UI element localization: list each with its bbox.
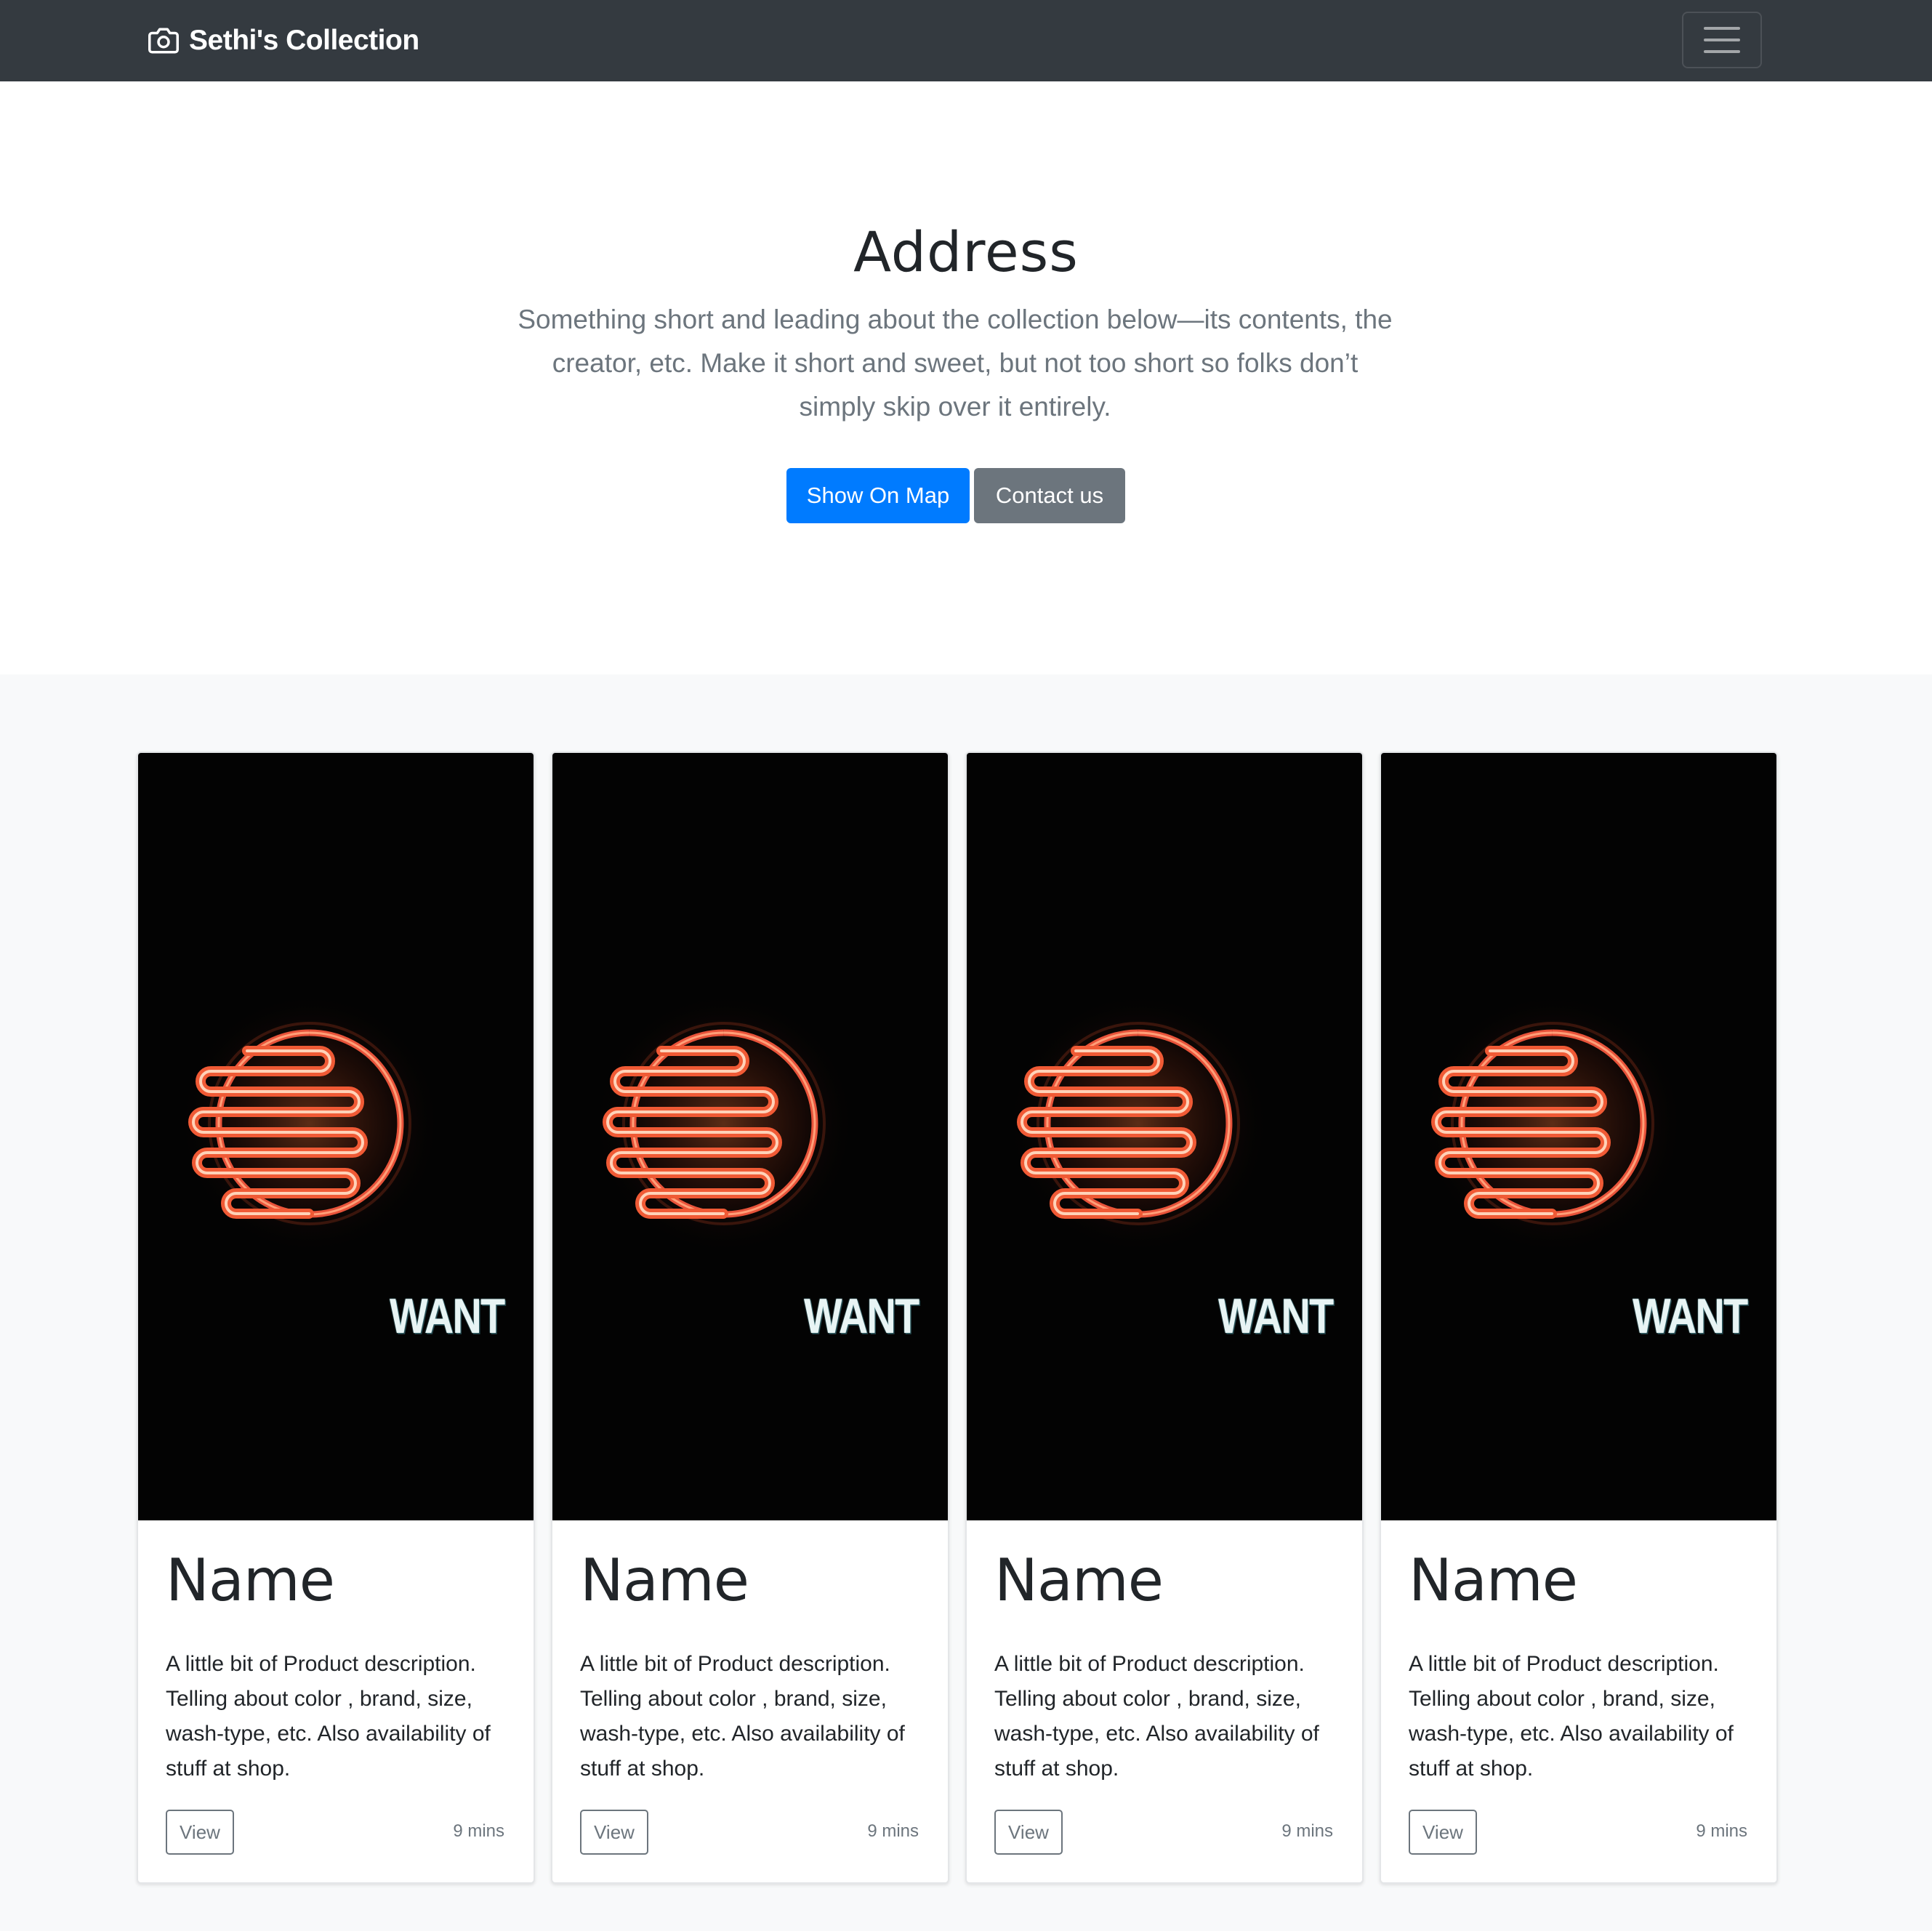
product-name: Name	[1409, 1547, 1578, 1614]
hamburger-menu-icon	[1704, 27, 1740, 30]
brand-link[interactable]: Sethi's Collection	[148, 22, 419, 60]
image-caption: WANT	[390, 1289, 505, 1344]
time-label: 9 mins	[453, 1821, 504, 1841]
heater-coil-graphic	[593, 993, 855, 1254]
product-card-2: WANT Name A little bit of Product descri…	[551, 751, 949, 1884]
product-description: A little bit of Product description. Tel…	[994, 1652, 1319, 1781]
product-description: A little bit of Product description. Tel…	[580, 1652, 905, 1781]
product-card-1: WANT Name A little bit of Product descri…	[137, 751, 535, 1884]
hero-section: Address Something short and leading abou…	[0, 81, 1932, 674]
image-caption: WANT	[1633, 1289, 1748, 1344]
hero-lead: Something short and leading about the co…	[518, 305, 1393, 422]
album-section: WANT Name A little bit of Product descri…	[0, 674, 1932, 1931]
product-name: Name	[580, 1547, 749, 1614]
camera-icon	[148, 25, 179, 56]
product-card-3: WANT Name A little bit of Product descri…	[965, 751, 1364, 1884]
view-button[interactable]: View	[1409, 1810, 1477, 1855]
product-card-4: WANT Name A little bit of Product descri…	[1380, 751, 1778, 1884]
brand-name: Sethi's Collection	[189, 25, 419, 56]
product-image[interactable]: WANT	[1381, 753, 1776, 1520]
time-label: 9 mins	[1281, 1821, 1333, 1841]
product-description: A little bit of Product description. Tel…	[166, 1652, 491, 1781]
product-image[interactable]: WANT	[138, 753, 534, 1520]
view-button[interactable]: View	[580, 1810, 648, 1855]
heater-coil-graphic	[179, 993, 440, 1254]
product-image[interactable]: WANT	[967, 753, 1362, 1520]
image-caption: WANT	[1218, 1289, 1334, 1344]
show-on-map-button[interactable]: Show On Map	[786, 468, 970, 523]
heater-coil-graphic	[1422, 993, 1683, 1254]
image-caption: WANT	[804, 1289, 919, 1344]
hero-title: Address	[853, 219, 1079, 284]
heater-coil-graphic	[1007, 993, 1269, 1254]
navbar-toggler-button[interactable]	[1682, 12, 1762, 68]
product-description: A little bit of Product description. Tel…	[1409, 1652, 1734, 1781]
product-image[interactable]: WANT	[552, 753, 948, 1520]
contact-us-button[interactable]: Contact us	[974, 468, 1125, 523]
product-name: Name	[994, 1547, 1164, 1614]
time-label: 9 mins	[1696, 1821, 1747, 1841]
product-name: Name	[166, 1547, 335, 1614]
navbar: Sethi's Collection	[0, 0, 1932, 81]
view-button[interactable]: View	[994, 1810, 1063, 1855]
view-button[interactable]: View	[166, 1810, 234, 1855]
time-label: 9 mins	[867, 1821, 919, 1841]
hero-buttons: Show On Map Contact us	[786, 468, 1125, 523]
